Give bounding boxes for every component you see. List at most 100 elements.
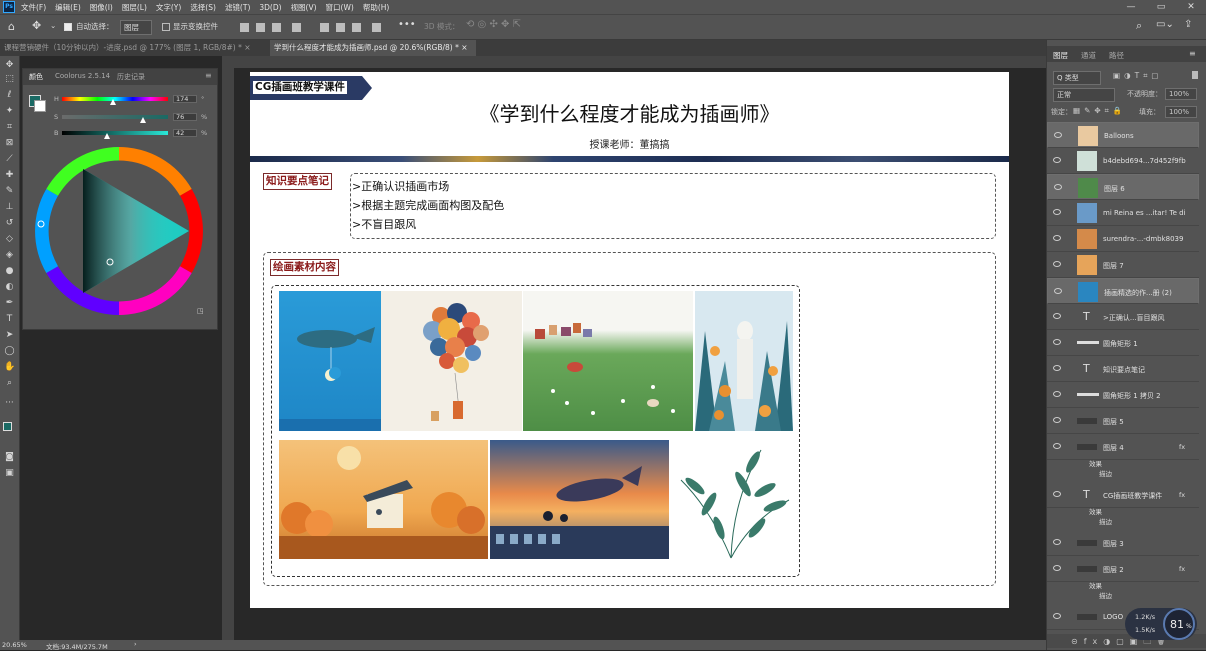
menu-item[interactable]: 图层(L) bbox=[122, 2, 147, 13]
brush-tool-icon[interactable]: ✎ bbox=[4, 186, 15, 196]
close-tab-icon[interactable]: × bbox=[244, 43, 250, 52]
close-button[interactable]: ✕ bbox=[1176, 0, 1206, 14]
layer-name[interactable]: 知识要点笔记 bbox=[1103, 365, 1145, 375]
brightness-value-field[interactable]: 42 bbox=[173, 129, 197, 137]
distribute-horizontal-icon[interactable] bbox=[372, 23, 381, 32]
distribute-top-icon[interactable] bbox=[320, 23, 329, 32]
saturation-slider[interactable] bbox=[62, 115, 168, 119]
layer-fx-icon[interactable]: fx bbox=[1179, 491, 1185, 499]
saturation-slider-handle[interactable] bbox=[139, 117, 146, 123]
paint-bucket-icon[interactable]: ◈ bbox=[4, 250, 15, 260]
layer-name[interactable]: 图层 2 bbox=[1103, 565, 1124, 575]
hue-value-field[interactable]: 174 bbox=[173, 95, 197, 103]
type-tool-icon[interactable]: T bbox=[4, 314, 15, 324]
artwork-meadow-image[interactable] bbox=[523, 291, 693, 431]
edit-toolbar-icon[interactable]: ··· bbox=[4, 398, 15, 408]
visibility-eye-icon[interactable] bbox=[1054, 132, 1062, 138]
layer-fx-icon[interactable]: fx bbox=[1179, 565, 1185, 573]
workspace-icon[interactable]: ▭⌄ bbox=[1156, 19, 1174, 30]
visibility-eye-icon[interactable] bbox=[1054, 184, 1062, 190]
visibility-eye-icon[interactable] bbox=[1054, 288, 1062, 294]
lock-icons[interactable]: ▦✎✥⌗🔒 bbox=[1073, 106, 1126, 116]
layer-effect-item[interactable]: 描边 bbox=[1089, 468, 1112, 478]
shape-tool-icon[interactable]: ◯ bbox=[4, 346, 15, 356]
tab-color[interactable]: 颜色 bbox=[29, 72, 43, 82]
minimize-button[interactable]: — bbox=[1116, 0, 1146, 14]
saturation-value-field[interactable]: 76 bbox=[173, 113, 197, 121]
align-center-icon[interactable] bbox=[256, 23, 265, 32]
layer-row[interactable]: 图层 2 fx bbox=[1047, 556, 1199, 582]
expand-icon[interactable]: ◳ bbox=[197, 307, 204, 315]
maximize-button[interactable]: ▭ bbox=[1146, 0, 1176, 14]
crop-tool-icon[interactable]: ⌗ bbox=[4, 122, 15, 132]
layer-row[interactable]: 图层 5 bbox=[1047, 408, 1199, 434]
visibility-eye-icon[interactable] bbox=[1053, 417, 1061, 423]
artwork-balloons-image[interactable] bbox=[381, 291, 522, 431]
layer-name[interactable]: 圆角矩形 1 拷贝 2 bbox=[1103, 391, 1161, 401]
visibility-eye-icon[interactable] bbox=[1053, 391, 1061, 397]
layer-effect-item[interactable]: 效果 bbox=[1089, 580, 1102, 590]
healing-brush-icon[interactable]: ✚ bbox=[4, 170, 15, 180]
layer-row[interactable]: T CG插画班教学课件 fx bbox=[1047, 482, 1199, 508]
layer-row[interactable]: 圆角矩形 1 拷贝 2 bbox=[1047, 382, 1199, 408]
eyedropper-icon[interactable]: ⟋ bbox=[4, 154, 15, 164]
panel-menu-icon[interactable]: ≡ bbox=[1189, 49, 1196, 58]
tab-paths[interactable]: 路径 bbox=[1109, 50, 1124, 61]
layer-name[interactable]: LOGO bbox=[1103, 613, 1123, 621]
layer-row[interactable]: 图层 7 bbox=[1047, 252, 1199, 278]
menu-item[interactable]: 窗口(W) bbox=[326, 2, 354, 13]
layer-effect-item[interactable]: 效果 bbox=[1089, 506, 1102, 516]
layer-row[interactable]: 图层 6 bbox=[1047, 174, 1199, 200]
brightness-slider-handle[interactable] bbox=[103, 133, 110, 139]
tab-document-1[interactable]: 课程营销硬件（10分钟以内）-进度.psd @ 177% (图层 1, RGB/… bbox=[0, 40, 268, 56]
layer-row[interactable]: b4debd694...7d452f9fb bbox=[1047, 148, 1199, 174]
auto-select-checkbox[interactable] bbox=[64, 23, 72, 31]
layer-name[interactable]: 插画精选的作...册 (2) bbox=[1104, 288, 1172, 298]
visibility-eye-icon[interactable] bbox=[1053, 565, 1061, 571]
visibility-eye-icon[interactable] bbox=[1053, 339, 1061, 345]
layer-row[interactable]: 图层 4 fx bbox=[1047, 434, 1199, 460]
filter-toggle-icon[interactable] bbox=[1192, 71, 1198, 79]
visibility-eye-icon[interactable] bbox=[1053, 491, 1061, 497]
visibility-eye-icon[interactable] bbox=[1053, 365, 1061, 371]
layer-fx-icon[interactable]: fx bbox=[1179, 443, 1185, 451]
layer-name[interactable]: surendra-...-dmbk8039 bbox=[1103, 235, 1183, 243]
layer-name[interactable]: 图层 3 bbox=[1103, 539, 1124, 549]
tab-document-2[interactable]: 学到什么程度才能成为插画师.psd @ 20.6%(RGB/8) * × bbox=[270, 40, 476, 56]
tab-channels[interactable]: 通道 bbox=[1081, 50, 1096, 61]
menu-item[interactable]: 滤镜(T) bbox=[225, 2, 250, 13]
marquee-tool-icon[interactable]: ⬚ bbox=[4, 74, 15, 84]
layer-row[interactable]: 图层 3 bbox=[1047, 530, 1199, 556]
menu-item[interactable]: 帮助(H) bbox=[363, 2, 390, 13]
magic-wand-icon[interactable]: ✦ bbox=[4, 106, 15, 116]
layer-effect-item[interactable]: 效果 bbox=[1089, 458, 1102, 468]
close-tab-icon[interactable]: × bbox=[461, 43, 467, 52]
layer-name[interactable]: b4debd694...7d452f9fb bbox=[1103, 157, 1186, 165]
zoom-level[interactable]: 20.65% bbox=[2, 641, 27, 649]
zoom-tool-icon[interactable]: ⌕ bbox=[4, 378, 15, 388]
menu-item[interactable]: 文件(F) bbox=[21, 2, 46, 13]
blur-tool-icon[interactable]: ● bbox=[4, 266, 15, 276]
status-arrow-icon[interactable]: › bbox=[134, 640, 137, 648]
artwork-flying-whale-image[interactable] bbox=[490, 440, 669, 559]
layer-row[interactable]: 圆角矩形 1 bbox=[1047, 330, 1199, 356]
opacity-input[interactable]: 100% bbox=[1165, 88, 1197, 100]
visibility-eye-icon[interactable] bbox=[1053, 613, 1061, 619]
distribute-center-icon[interactable] bbox=[336, 23, 345, 32]
align-right-icon[interactable] bbox=[272, 23, 281, 32]
visibility-eye-icon[interactable] bbox=[1053, 157, 1061, 163]
tab-coolorus[interactable]: Coolorus 2.5.14 bbox=[55, 72, 110, 80]
tab-history[interactable]: 历史记录 bbox=[117, 72, 145, 82]
menu-item[interactable]: 3D(D) bbox=[259, 3, 281, 12]
layer-name[interactable]: 图层 5 bbox=[1103, 417, 1124, 427]
layer-name[interactable]: Balloons bbox=[1104, 132, 1134, 140]
frame-tool-icon[interactable]: ⊠ bbox=[4, 138, 15, 148]
layer-filter-dropdown[interactable]: Q 类型 bbox=[1053, 71, 1101, 85]
artwork-whale-image[interactable] bbox=[279, 291, 381, 431]
quick-mask-icon[interactable]: ◙ bbox=[4, 452, 15, 462]
menu-item[interactable]: 视图(V) bbox=[291, 2, 317, 13]
visibility-eye-icon[interactable] bbox=[1053, 209, 1061, 215]
move-tool-icon[interactable]: ✥ bbox=[4, 60, 15, 70]
layer-row[interactable]: surendra-...-dmbk8039 bbox=[1047, 226, 1199, 252]
layer-row[interactable]: Balloons bbox=[1047, 122, 1199, 148]
